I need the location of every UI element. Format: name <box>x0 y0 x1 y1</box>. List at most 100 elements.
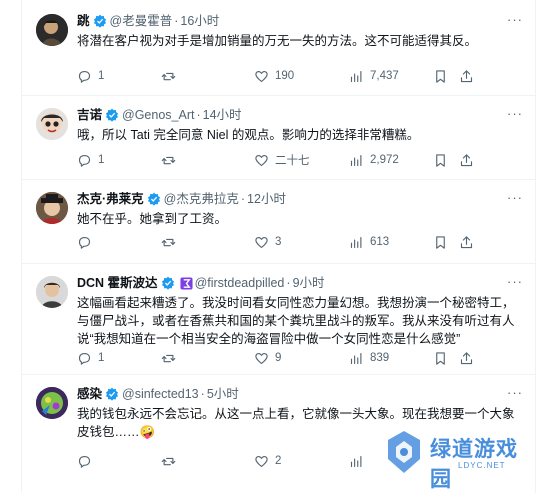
reply-icon <box>78 236 91 249</box>
handle[interactable]: @杰克弗拉克 <box>164 192 239 207</box>
like-button[interactable]: 二十七 <box>254 152 349 168</box>
tweet-text: 这幅画看起来糟透了。我没时间看女同性恋力量幻想。我想扮演一个秘密特工，与僵尸战斗… <box>77 296 515 346</box>
like-button[interactable]: 9 <box>254 351 349 366</box>
timestamp[interactable]: 14小时 <box>203 108 242 123</box>
retweet-icon <box>161 457 176 465</box>
heart-icon <box>255 154 268 166</box>
retweet-button[interactable] <box>161 69 254 84</box>
share-button[interactable] <box>459 351 477 366</box>
views-button[interactable]: 839 <box>349 351 433 366</box>
views-icon <box>350 70 362 82</box>
retweet-button[interactable] <box>161 351 254 366</box>
separator-dot: · <box>174 13 179 28</box>
watermark-logo-icon <box>388 431 420 473</box>
tweet[interactable]: 吉诺 @Genos_Art · 14小时 ··· 哦，所以 Tati 完全同意 … <box>22 96 535 180</box>
timestamp[interactable]: 5小时 <box>207 387 239 402</box>
display-name[interactable]: 吉诺 <box>77 108 102 123</box>
handle[interactable]: @sinfected13 <box>122 387 199 402</box>
more-icon[interactable]: ··· <box>507 385 523 400</box>
verified-badge-icon <box>105 108 119 122</box>
more-icon[interactable]: ··· <box>507 190 523 205</box>
avatar[interactable] <box>36 387 68 419</box>
share-icon <box>460 69 473 82</box>
handle[interactable]: @firstdeadpilled <box>195 276 285 291</box>
handle[interactable]: @Genos_Art <box>122 108 194 123</box>
site-watermark: 绿道游戏园 LDYC.NET <box>384 429 534 491</box>
more-icon[interactable]: ··· <box>507 274 523 289</box>
like-count: 二十七 <box>275 155 310 167</box>
avatar[interactable] <box>36 108 68 140</box>
handle[interactable]: @老曼霍普 <box>110 14 173 29</box>
reply-feed: 跳 @老曼霍普 · 16小时 ··· 将潜在客户视为对手是增加销量的万无一失的方… <box>22 0 535 497</box>
views-button[interactable]: 7,437 <box>349 69 433 84</box>
display-name[interactable]: 感染 <box>77 387 102 402</box>
reply-button[interactable]: 1 <box>77 351 161 366</box>
bookmark-icon <box>436 153 445 167</box>
verified-badge-icon <box>161 276 174 290</box>
tweet-text: 哦，所以 Tati 完全同意 Niel 的观点。影响力的选择非常糟糕。 <box>77 128 420 142</box>
tweet-header: DCN 霍斯波达 @firstdeadpilled · 9小时 <box>77 275 525 291</box>
avatar[interactable] <box>36 192 68 224</box>
bookmark-button[interactable] <box>433 235 459 250</box>
like-button[interactable]: 2 <box>254 454 349 469</box>
display-name[interactable]: 杰克·弗莱克 <box>77 192 144 207</box>
bookmark-icon <box>436 235 445 249</box>
views-button[interactable]: 2,972 <box>349 153 433 168</box>
reply-button[interactable] <box>77 235 161 250</box>
timestamp[interactable]: 16小时 <box>180 14 219 29</box>
action-bar: 1 9 839 <box>77 349 525 367</box>
separator-dot: · <box>286 275 291 290</box>
tweet[interactable]: 跳 @老曼霍普 · 16小时 ··· 将潜在客户视为对手是增加销量的万无一失的方… <box>22 0 535 96</box>
reply-count: 1 <box>98 352 105 364</box>
retweet-button[interactable] <box>161 454 254 469</box>
avatar[interactable] <box>36 14 68 46</box>
share-button[interactable] <box>459 235 477 250</box>
views-icon <box>350 455 362 467</box>
view-count: 839 <box>370 352 390 364</box>
heart-icon <box>255 455 268 467</box>
reply-button[interactable]: 1 <box>77 153 161 168</box>
action-bar: 1 二十七 2,972 <box>77 151 525 169</box>
more-icon[interactable]: ··· <box>507 12 523 27</box>
tweet[interactable]: 杰克·弗莱克 @杰克弗拉克 · 12小时 ··· 她不在乎。她拿到了工资。 3 … <box>22 180 535 264</box>
retweet-icon <box>161 238 176 246</box>
like-count: 2 <box>275 455 282 467</box>
separator-dot: · <box>240 191 246 206</box>
reply-button[interactable]: 1 <box>77 69 161 84</box>
reply-icon <box>78 154 91 167</box>
tweet[interactable]: DCN 霍斯波达 @firstdeadpilled · 9小时 ··· 这幅画看… <box>22 264 535 375</box>
retweet-button[interactable] <box>161 235 254 250</box>
display-name[interactable]: DCN 霍斯波达 <box>77 276 158 291</box>
bookmark-button[interactable] <box>433 69 459 84</box>
retweet-button[interactable] <box>161 153 254 168</box>
avatar[interactable] <box>36 276 68 308</box>
tweet-header: 吉诺 @Genos_Art · 14小时 <box>77 107 525 123</box>
tweet-header: 杰克·弗莱克 @杰克弗拉克 · 12小时 <box>77 191 525 207</box>
reply-count: 1 <box>98 70 105 82</box>
bookmark-button[interactable] <box>433 153 459 168</box>
verified-badge-icon <box>105 387 119 401</box>
like-count: 9 <box>275 352 282 364</box>
timestamp[interactable]: 9小时 <box>293 276 325 291</box>
share-button[interactable] <box>459 153 477 168</box>
views-icon <box>350 352 362 364</box>
bookmark-button[interactable] <box>433 351 459 366</box>
display-name[interactable]: 跳 <box>77 14 90 29</box>
share-icon <box>460 153 473 166</box>
more-icon[interactable]: ··· <box>507 106 523 121</box>
heart-icon <box>255 236 268 248</box>
tweet-header: 跳 @老曼霍普 · 16小时 <box>77 13 525 29</box>
timestamp[interactable]: 12小时 <box>247 192 286 207</box>
heart-icon <box>255 70 268 82</box>
like-button[interactable]: 190 <box>254 69 349 84</box>
retweet-icon <box>161 72 176 80</box>
share-button[interactable] <box>459 69 477 84</box>
like-button[interactable]: 3 <box>254 235 349 250</box>
verified-badge-icon <box>147 192 160 206</box>
left-border <box>0 0 22 493</box>
reply-icon <box>78 455 91 468</box>
reply-count: 1 <box>98 154 105 166</box>
views-button[interactable]: 613 <box>349 235 433 250</box>
reply-button[interactable] <box>77 454 161 469</box>
affiliate-badge-icon <box>180 276 193 290</box>
